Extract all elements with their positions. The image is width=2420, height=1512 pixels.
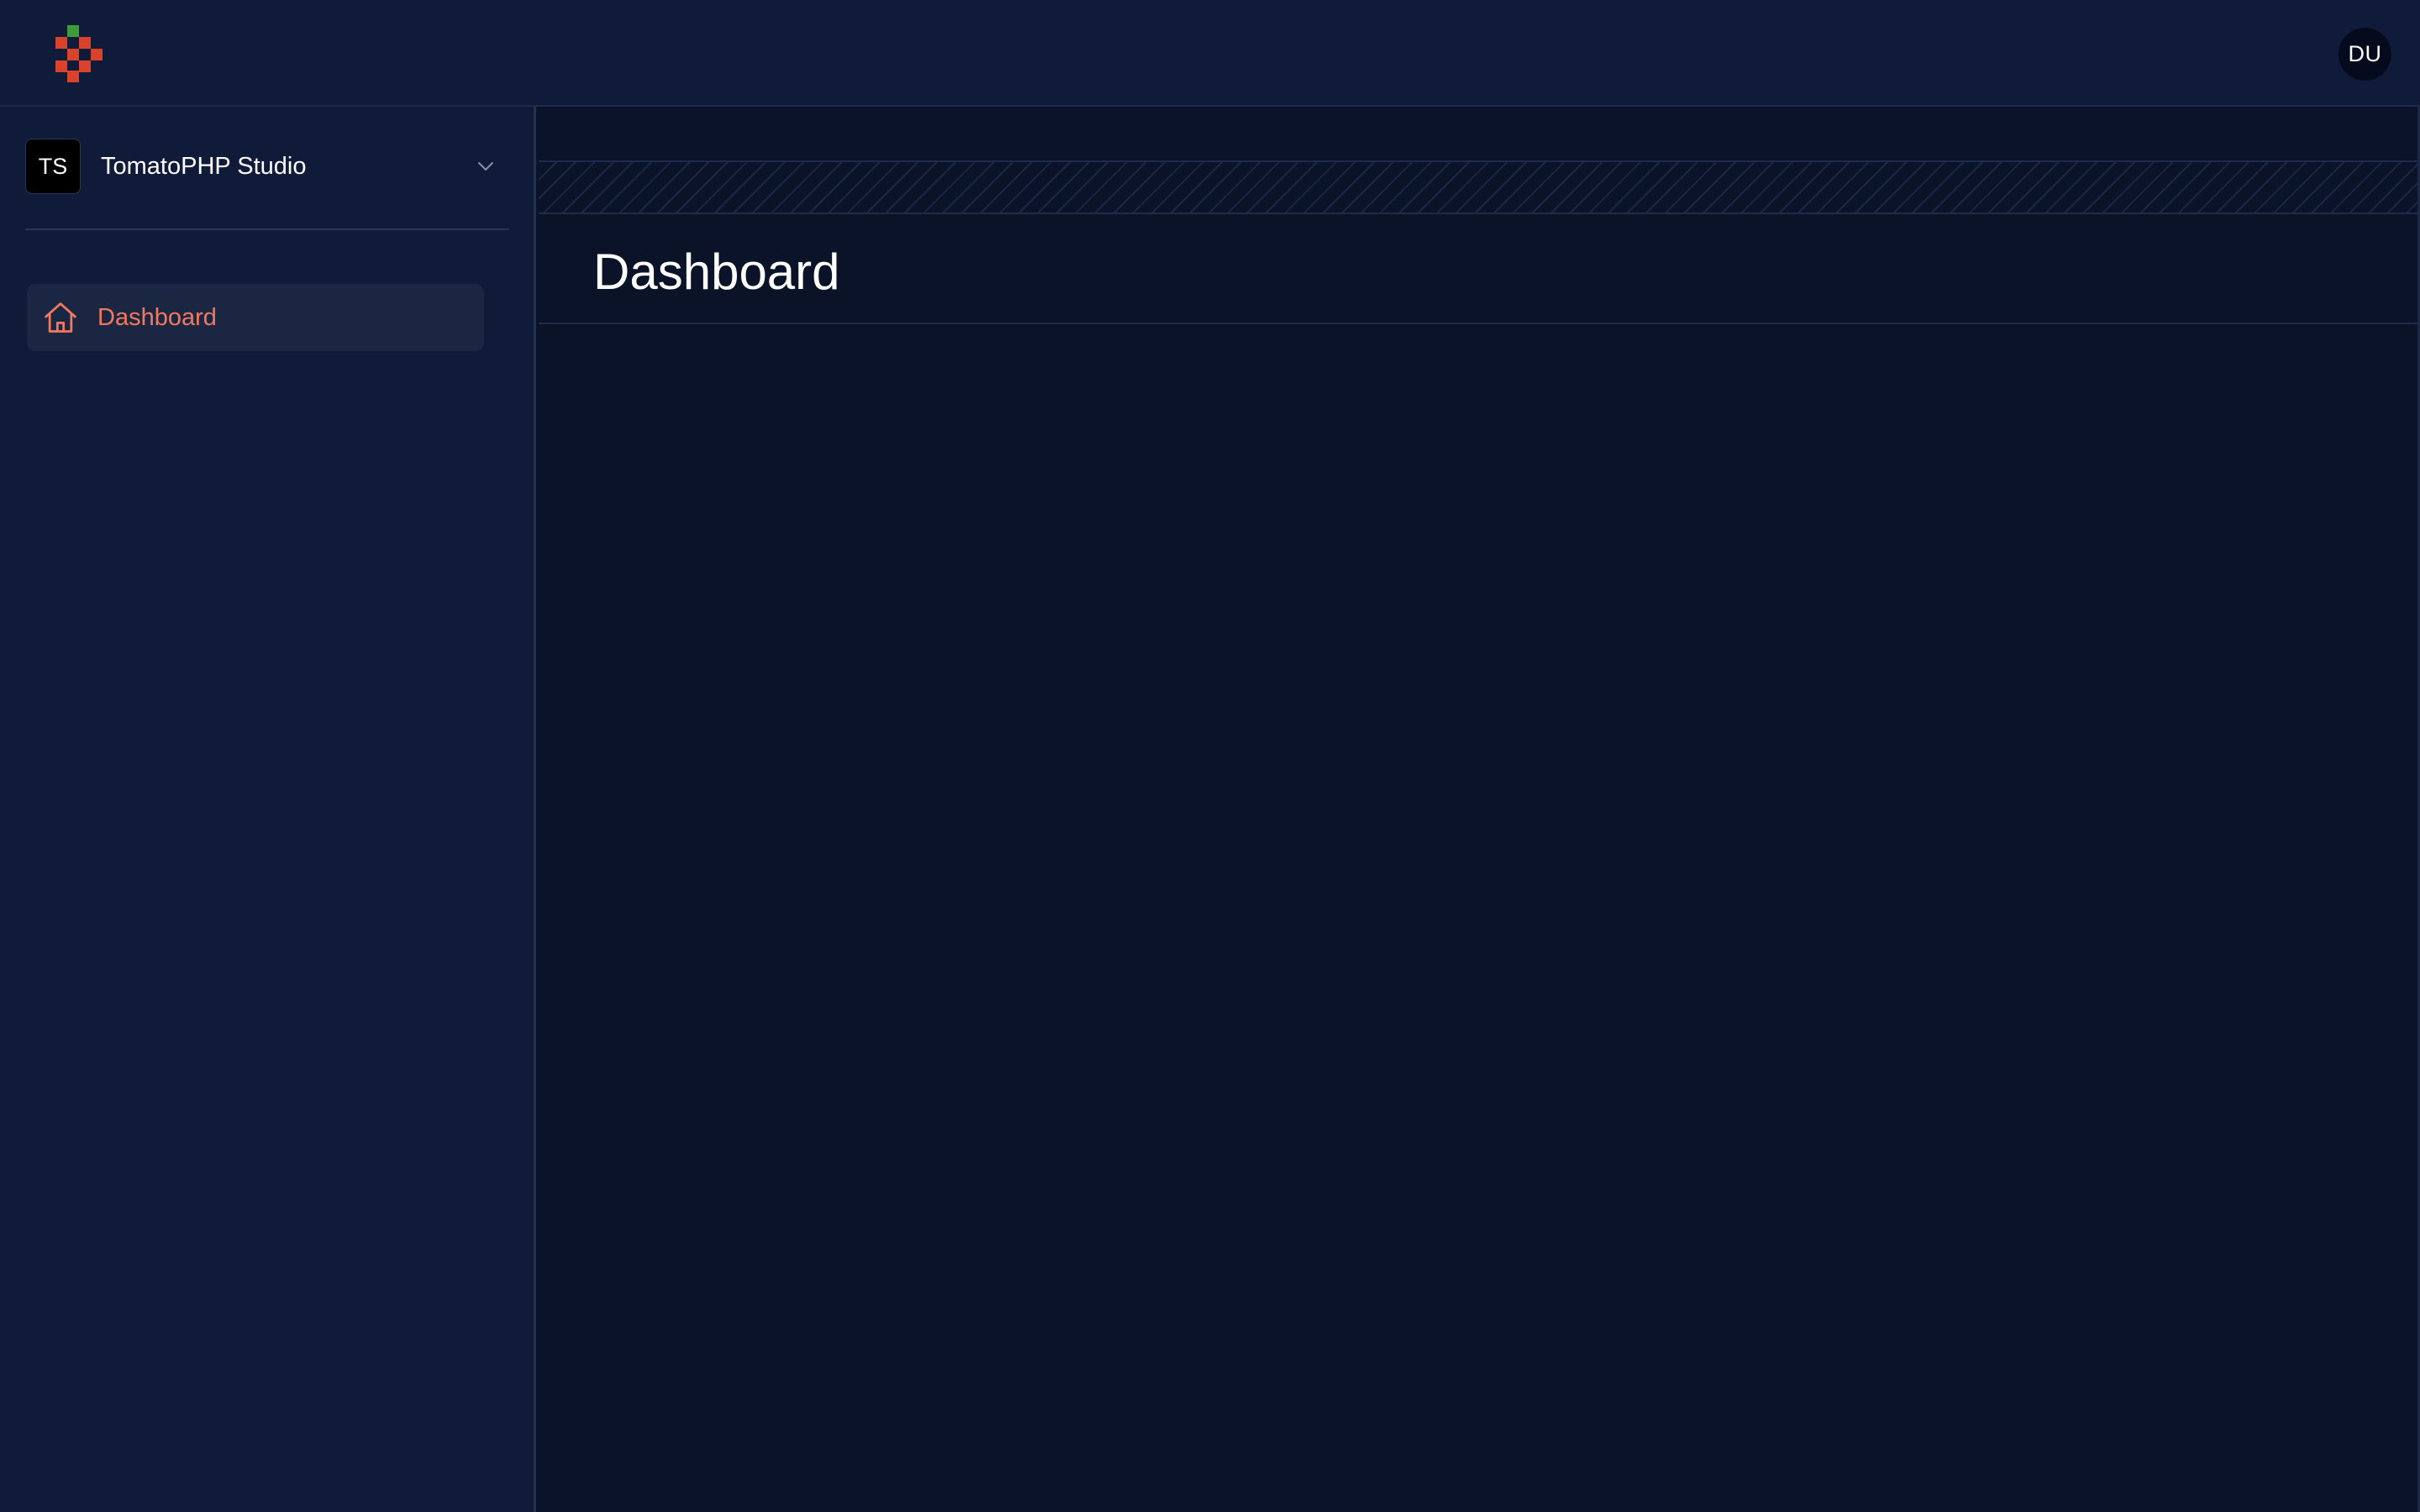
top-bar: DU [0, 0, 2420, 107]
sidebar-item-label: Dashboard [97, 303, 217, 331]
main-content: Dashboard [539, 107, 2420, 1512]
user-avatar[interactable]: DU [2338, 28, 2391, 81]
sidebar-item-dashboard[interactable]: Dashboard [27, 284, 484, 351]
chevron-down-icon [478, 162, 493, 171]
tomato-logo-icon[interactable] [55, 25, 104, 82]
team-name: TomatoPHP Studio [101, 152, 307, 180]
team-switcher[interactable]: TS TomatoPHP Studio [25, 136, 504, 197]
team-avatar: TS [25, 139, 81, 194]
sidebar-divider [25, 228, 509, 230]
striped-divider [539, 160, 2417, 214]
page-header: Dashboard [539, 214, 2417, 324]
page-title: Dashboard [593, 244, 840, 300]
home-icon [45, 302, 76, 333]
sidebar: TS TomatoPHP Studio Dashboard [0, 107, 536, 1512]
